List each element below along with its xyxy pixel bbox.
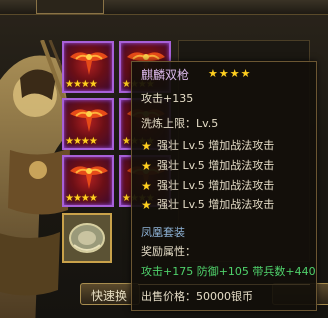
item-slot[interactable]: ★★★★ [62,41,114,93]
slot-stars: ★★★★ [65,136,98,147]
item-wash-limit: 洗炼上限：Lv.5 [141,117,219,130]
game-scene: ★★★★ ★★★★ ★★★★ ★★★★ ★★★★ [0,0,328,318]
star-icon: ★ [141,159,152,173]
top-tab[interactable] [36,0,104,14]
phoenix-item-icon [70,166,108,189]
item-price: 出售价格：50000银币 [141,290,253,303]
star-icon: ★ [141,179,152,193]
item-reward-label: 奖励属性： [141,245,196,258]
item-slot[interactable]: ★★★★ [62,155,114,207]
item-name: 麒麟双枪 [141,68,190,82]
item-bonus-line: 强壮 Lv.5 增加战法攻击 [157,179,275,192]
quick-swap-label: 快速换 [91,289,128,303]
slot-stars: ★★★★ [65,79,98,90]
item-set-name: 凤凰套装 [141,226,185,239]
phoenix-item-icon [70,109,108,132]
item-slot[interactable]: ★★★★ [62,98,114,150]
item-attack: 攻击+135 [141,92,194,105]
star-icon: ★ [141,139,152,153]
item-bonus-line: 强壮 Lv.5 增加战法攻击 [157,198,275,211]
tooltip-divider [138,284,310,285]
item-rating-stars: ★★★★ [208,67,252,80]
star-icon: ★ [141,198,152,212]
shield-item-icon [64,215,110,261]
item-reward-values: 攻击+175 防御+105 带兵数+440 [141,265,316,278]
phoenix-item-icon [70,52,108,75]
item-bonus-line: 强壮 Lv.5 增加战法攻击 [157,139,275,152]
item-tooltip: 麒麟双枪 ★★★★ 攻击+135 洗炼上限：Lv.5 ★ 强壮 Lv.5 增加战… [131,61,317,311]
item-bonus-line: 强壮 Lv.5 增加战法攻击 [157,159,275,172]
shield-item-slot[interactable] [62,213,112,263]
top-header-strip [0,0,328,15]
slot-stars: ★★★★ [65,193,98,204]
